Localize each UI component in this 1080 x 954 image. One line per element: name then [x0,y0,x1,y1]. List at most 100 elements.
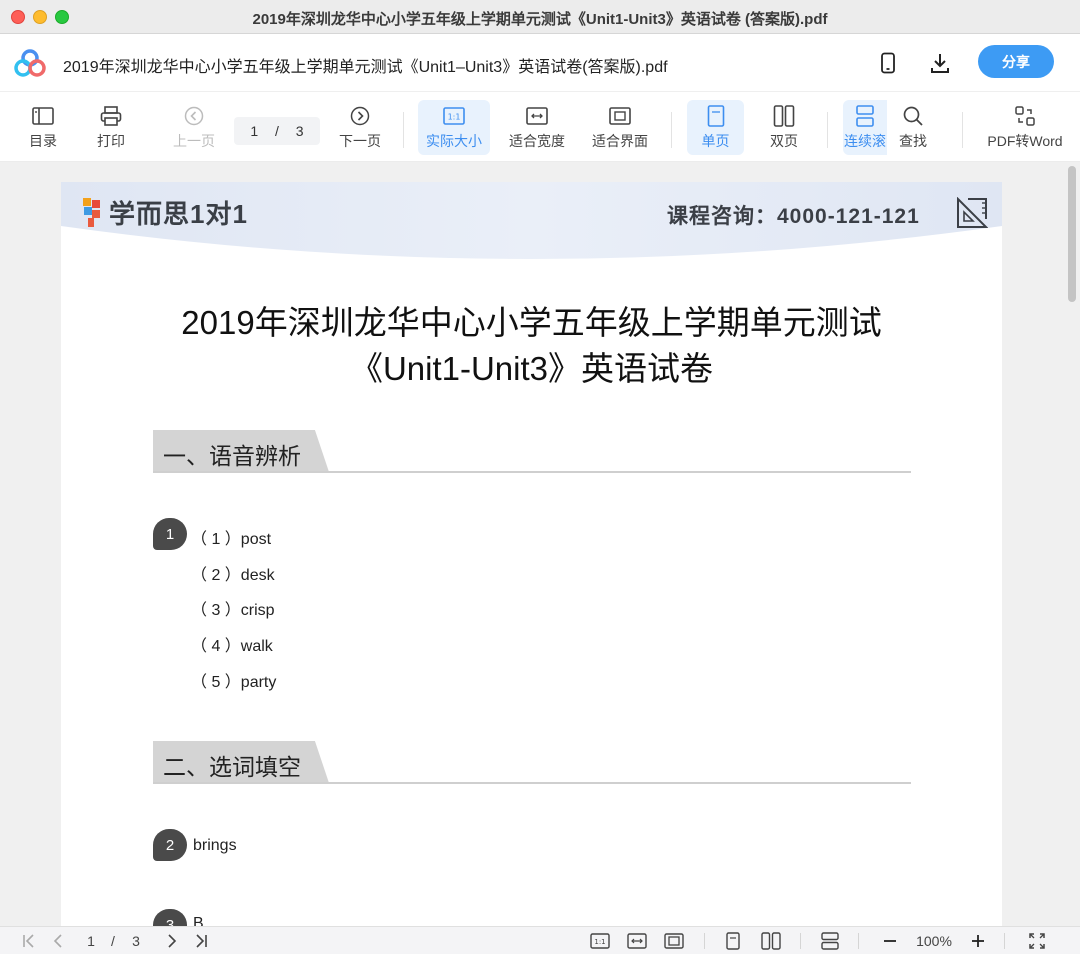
prev-page-label: 上一页 [173,133,215,149]
prev-page-icon[interactable] [48,931,68,951]
next-page-label: 下一页 [339,133,381,149]
document-heading-line1: 2019年深圳龙华中心小学五年级上学期单元测试 [181,304,882,341]
fit-width-icon[interactable] [626,931,648,951]
triangle-ruler-icon [957,197,988,228]
toolbar-divider [671,112,672,148]
status-divider [704,933,705,949]
print-button[interactable]: 打印 [86,100,136,155]
page-number-input[interactable]: 1 / 3 [234,117,320,145]
window-title: 2019年深圳龙华中心小学五年级上学期单元测试《Unit1-Unit3》英语试卷… [252,11,828,28]
zoom-level[interactable]: 100% [908,931,960,951]
page-separator: / [275,123,279,139]
zoom-out-icon[interactable] [880,931,900,951]
double-page-button[interactable]: 双页 [756,100,812,155]
pdf-to-word-button[interactable]: PDF转Word [980,100,1070,155]
print-label: 打印 [97,133,125,149]
chevron-right-circle-icon [350,104,370,128]
status-page-current[interactable]: 1 [82,931,100,951]
status-page-total: 3 [132,933,140,949]
status-divider [1004,933,1005,949]
toc-button[interactable]: 目录 [18,100,68,155]
baidu-netdisk-logo-icon [14,48,46,78]
single-page-label: 单页 [701,133,730,149]
document-title: 2019年深圳龙华中心小学五年级上学期单元测试《Unit1–Unit3》英语试卷… [63,59,668,76]
question-number-badge: 2 [153,829,187,861]
printer-icon [100,104,122,128]
fit-page-icon [609,104,631,128]
answer-item: brings [193,837,237,854]
viewer-toolbar: 目录 打印 上一页 1 / 3 下一页 1:1 实际大小 适合宽度 适合界面 单… [0,92,1080,162]
status-divider [858,933,859,949]
question-number-badge: 3 [153,909,187,926]
actual-size-icon[interactable]: 1:1 [589,931,611,951]
fit-page-icon[interactable] [663,931,685,951]
section-title: 二、选词填空 [163,754,301,780]
pdf-to-word-label: PDF转Word [987,133,1063,149]
page-total: 3 [295,123,304,139]
toolbar-divider [403,112,404,148]
section-title: 一、语音辨析 [163,443,301,469]
search-label: 查找 [899,133,927,149]
zoom-in-icon[interactable] [968,931,988,951]
app-header: 2019年深圳龙华中心小学五年级上学期单元测试《Unit1–Unit3》英语试卷… [0,34,1080,92]
actual-size-button[interactable]: 1:1 实际大小 [418,100,490,155]
fit-width-icon [526,104,548,128]
toc-icon [32,104,54,128]
toolbar-divider [962,112,963,148]
chevron-left-circle-icon [184,104,204,128]
answer-item: （ 5 ）party [191,674,277,691]
actual-size-icon: 1:1 [443,104,465,128]
single-page-icon [707,104,725,128]
double-page-label: 双页 [770,133,798,149]
search-button[interactable]: 查找 [887,100,939,155]
double-page-icon[interactable] [759,931,783,951]
search-icon [902,104,924,128]
status-page-separator: / [111,933,115,949]
question-number-badge: 1 [153,518,187,550]
fit-page-button[interactable]: 适合界面 [585,100,655,155]
page-current: 1 [250,123,259,139]
answer-item: （ 1 ）post [191,531,272,548]
double-page-icon [773,104,795,128]
section-header: 二、选词填空 [153,741,911,785]
continuous-scroll-button[interactable]: 连续滚 [843,100,887,155]
svg-text:1:1: 1:1 [448,113,461,122]
section-divider [153,782,911,784]
single-page-button[interactable]: 单页 [687,100,744,155]
fit-width-button[interactable]: 适合宽度 [502,100,572,155]
fullscreen-icon[interactable] [1026,931,1048,951]
convert-icon [1014,104,1036,128]
brand-name: 学而思1对1 [109,199,248,229]
svg-text:1:1: 1:1 [594,938,605,946]
answer-item: （ 2 ）desk [191,567,275,584]
share-button[interactable]: 分享 [978,45,1054,78]
download-icon[interactable] [926,49,954,77]
answer-item: （ 4 ）walk [191,638,273,655]
document-heading-line2: 《Unit1-Unit3》英语试卷 [349,350,714,387]
window-titlebar: 2019年深圳龙华中心小学五年级上学期单元测试《Unit1-Unit3》英语试卷… [0,0,1080,34]
single-page-icon[interactable] [722,931,744,951]
bottom-status-bar: 1 / 3 1:1 100% [0,926,1080,954]
first-page-icon[interactable] [18,931,40,951]
toc-label: 目录 [29,133,57,149]
status-divider [800,933,801,949]
mobile-icon[interactable] [874,49,902,77]
toolbar-divider [827,112,828,148]
next-page-icon[interactable] [162,931,182,951]
fit-page-label: 适合界面 [592,133,648,149]
next-page-button[interactable]: 下一页 [332,100,388,155]
actual-size-label: 实际大小 [426,133,482,149]
pdf-page: 学而思1对1 课程咨询：4000-121-121 2019年深圳龙华中心小学五年… [61,182,1002,926]
last-page-icon[interactable] [190,931,212,951]
section-header: 一、语音辨析 [153,430,911,474]
prev-page-button[interactable]: 上一页 [166,100,222,155]
brand-logo: 学而思1对1 [81,194,248,231]
section-divider [153,471,911,473]
answer-item: B [193,915,204,926]
continuous-scroll-icon[interactable] [818,931,842,951]
consult-hotline: 课程咨询：4000-121-121 [667,205,920,228]
document-viewer[interactable]: 学而思1对1 课程咨询：4000-121-121 2019年深圳龙华中心小学五年… [0,162,1080,926]
brand-mark-icon [83,197,100,227]
vertical-scrollbar[interactable] [1068,166,1076,302]
continuous-scroll-label: 连续滚 [844,133,886,149]
